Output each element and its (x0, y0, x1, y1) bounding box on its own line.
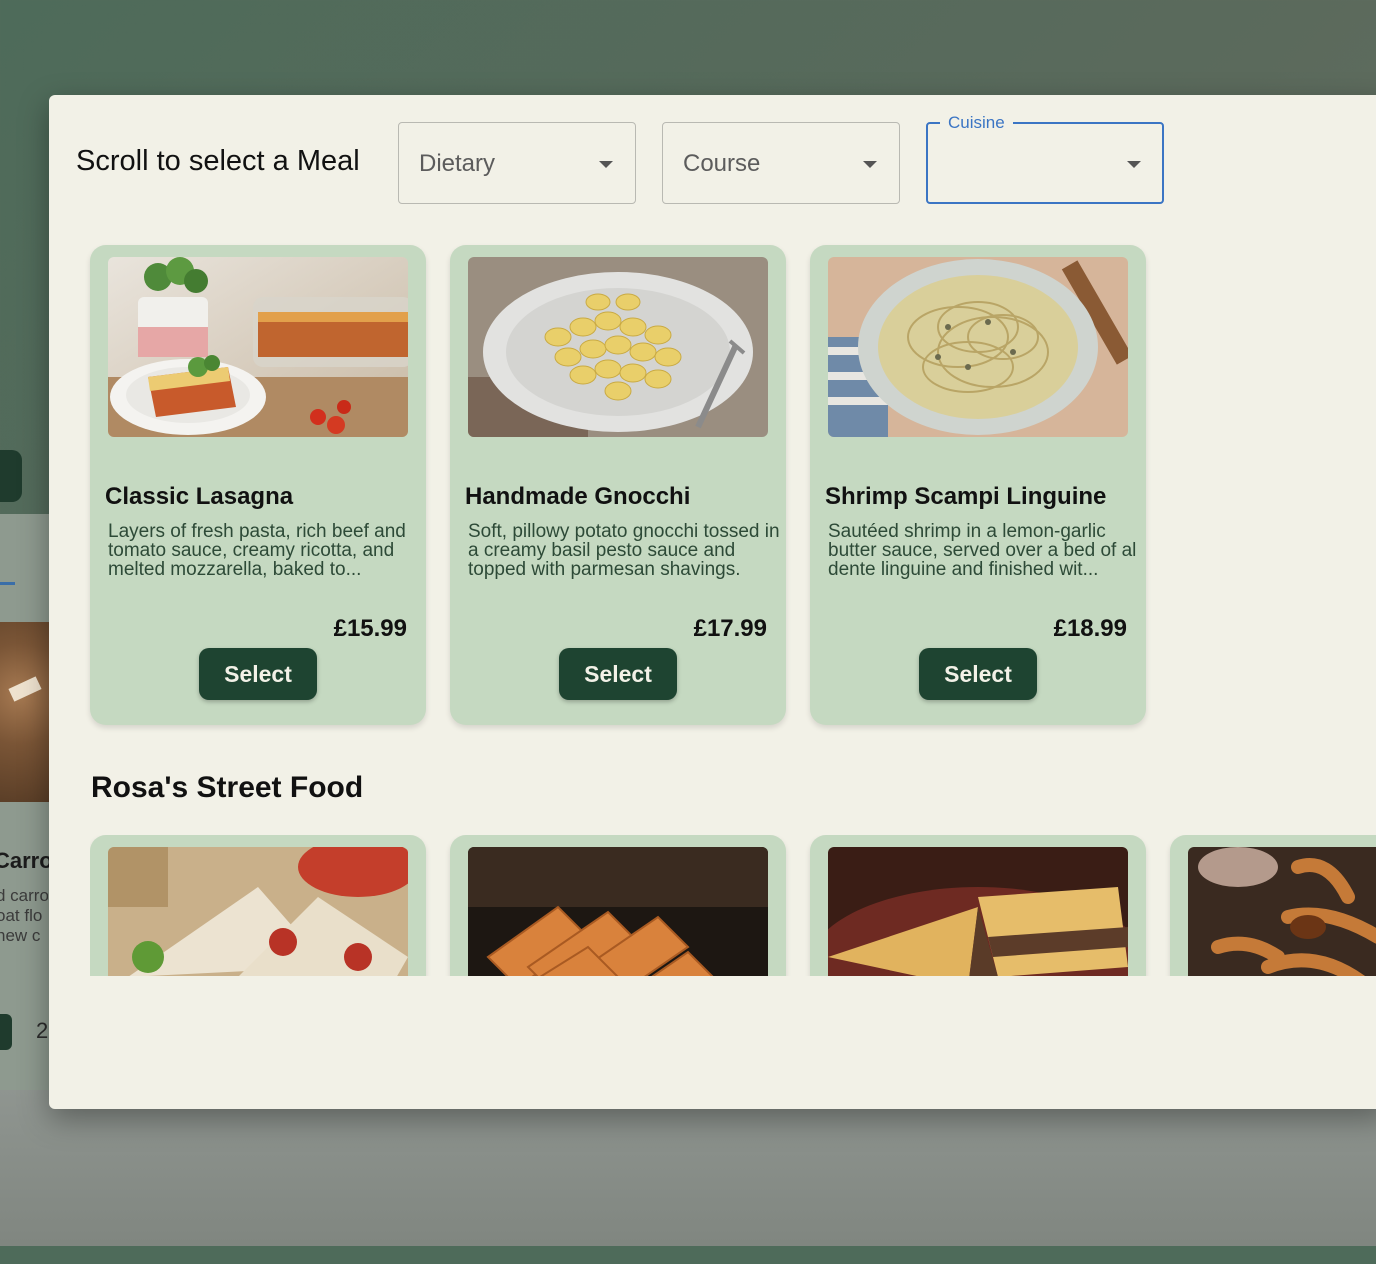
background-card-description: d carro oat flo hew c (0, 886, 48, 945)
modal-title: Scroll to select a Meal (76, 145, 360, 177)
course-select[interactable]: Course (662, 122, 900, 204)
meal-card: Handmade Gnocchi Soft, pillowy potato gn… (450, 245, 786, 725)
meal-price: £17.99 (693, 615, 767, 642)
meal-card (90, 835, 426, 976)
select-meal-button[interactable]: Select (919, 648, 1037, 700)
background-button (0, 450, 22, 502)
meal-card: Classic Lasagna Layers of fresh pasta, r… (90, 245, 426, 725)
meal-card (1170, 835, 1376, 976)
background-tab-indicator (0, 582, 15, 585)
meal-name: Handmade Gnocchi (465, 483, 691, 510)
section-title: Rosa's Street Food (91, 771, 364, 804)
meal-description: Sautéed shrimp in a lemon-garlic butter … (828, 522, 1137, 580)
meal-description: Layers of fresh pasta, rich beef and tom… (108, 522, 406, 580)
meal-card (450, 835, 786, 976)
quesadilla-image (828, 847, 1128, 976)
burrito-image (108, 847, 408, 976)
chevron-down-icon (599, 161, 613, 168)
background-pagination: 2 (36, 1018, 49, 1043)
meal-selection-modal: Scroll to select a Meal Dietary Course C… (49, 95, 1376, 1109)
background-carrot-cake-image (0, 622, 50, 802)
background-select-button (0, 1014, 12, 1050)
background-card-title: Carro (0, 848, 53, 873)
meal-price: £15.99 (333, 615, 407, 642)
meal-name: Shrimp Scampi Linguine (825, 483, 1107, 510)
meal-card: Shrimp Scampi Linguine Sautéed shrimp in… (810, 245, 1146, 725)
dietary-select[interactable]: Dietary (398, 122, 636, 204)
tamales-image (468, 847, 768, 976)
background-bottom-area (0, 1090, 1376, 1246)
select-meal-button[interactable]: Select (559, 648, 677, 700)
meal-name: Classic Lasagna (105, 483, 294, 510)
background-footer (0, 1246, 1376, 1264)
meal-price: £18.99 (1053, 615, 1127, 642)
chevron-down-icon (1127, 161, 1141, 168)
gnocchi-image (468, 257, 768, 437)
churros-image (1188, 847, 1376, 976)
shrimp-scampi-image (828, 257, 1128, 437)
meal-card (810, 835, 1146, 976)
meal-description: Soft, pillowy potato gnocchi tossed in a… (468, 522, 780, 580)
cuisine-select-label: Cuisine (940, 110, 1013, 136)
cuisine-select[interactable]: Cuisine (926, 110, 1164, 204)
dietary-select-placeholder: Dietary (419, 150, 496, 177)
chevron-down-icon (863, 161, 877, 168)
street-food-card-row (90, 835, 1376, 976)
lasagna-image (108, 257, 408, 437)
select-meal-button[interactable]: Select (199, 648, 317, 700)
course-select-placeholder: Course (683, 150, 761, 177)
